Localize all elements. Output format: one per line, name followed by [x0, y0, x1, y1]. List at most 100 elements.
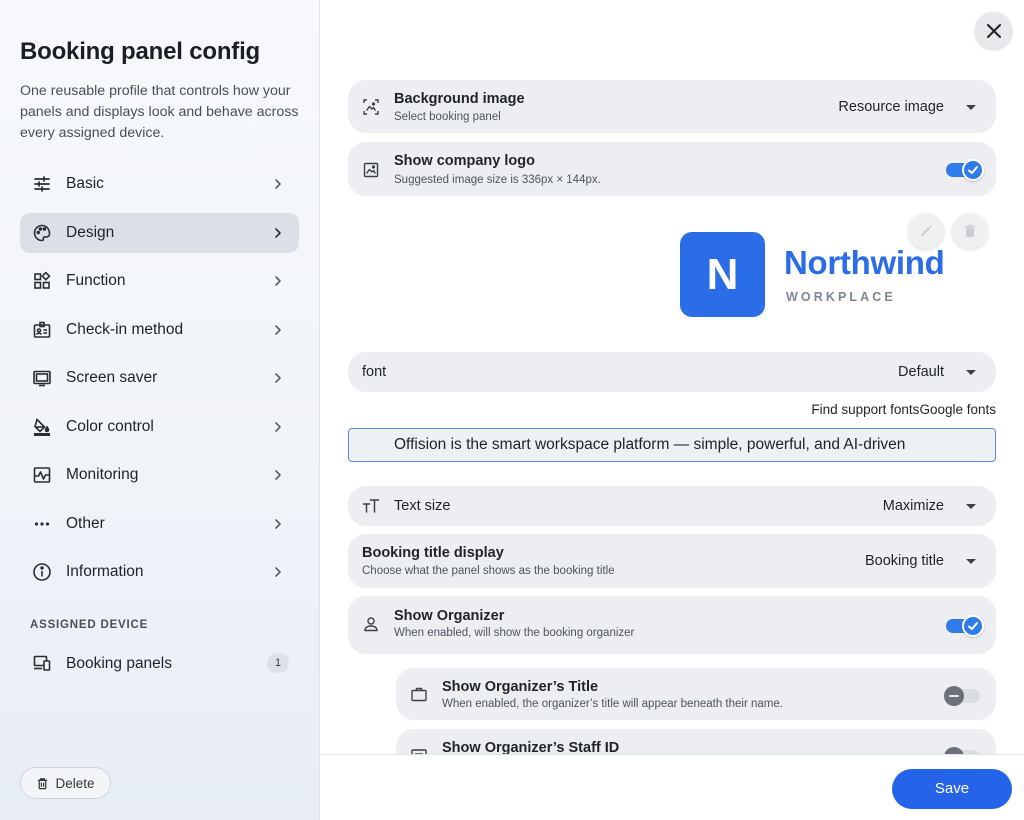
organizer-staff-id-row: Show Organizer’s Staff ID — [396, 729, 996, 754]
edit-logo-button[interactable] — [908, 213, 944, 249]
design-settings-panel: Background image Select booking panel Re… — [348, 0, 996, 754]
sidebar-item-color-control[interactable]: Color control — [20, 407, 299, 447]
company-logo-subtitle: Suggested image size is 336px × 144px. — [394, 174, 601, 186]
font-select[interactable]: Default — [898, 364, 944, 380]
show-organizer-row: Show Organizer When enabled, will show t… — [348, 596, 996, 654]
organizer-title-label: Show Organizer’s Title — [442, 679, 599, 695]
sidebar-item-label: Check-in method — [66, 320, 184, 338]
text-size-title: Text size — [394, 498, 451, 514]
logo-name: Northwind — [784, 244, 945, 281]
page-title: Booking panel config — [20, 38, 260, 65]
font-title: font — [362, 364, 387, 380]
font-preview-input[interactable]: Offision is the smart workspace platform… — [348, 428, 996, 462]
sidebar: Booking panel config One reusable profil… — [0, 0, 320, 820]
sidebar-item-screen-saver[interactable]: Screen saver — [20, 358, 299, 398]
sidebar-item-label: Information — [66, 563, 144, 580]
toggle-knob — [944, 747, 964, 754]
toggle-knob — [962, 159, 984, 181]
check-icon — [968, 622, 978, 630]
font-row[interactable]: font Default — [348, 352, 996, 392]
company-logo-title: Show company logo — [394, 153, 535, 169]
delete-label: Delete — [55, 775, 95, 791]
pencil-icon — [921, 225, 932, 236]
toggle-knob — [962, 615, 984, 637]
logo-tagline: WORKPLACE — [786, 290, 896, 304]
sidebar-item-monitoring[interactable]: Monitoring — [20, 455, 299, 495]
chevron-right-icon — [275, 227, 281, 238]
toggle-knob — [944, 686, 964, 706]
check-icon — [968, 166, 978, 174]
id-badge-icon — [33, 321, 51, 338]
organizer-title-toggle[interactable] — [944, 684, 982, 708]
booking-title-row[interactable]: Booking title display Choose what the pa… — [348, 534, 996, 588]
delete-button[interactable]: Delete — [20, 767, 111, 799]
assigned-device-heading: ASSIGNED DEVICE — [30, 619, 149, 631]
booking-title-select[interactable]: Booking title — [865, 553, 944, 569]
booking-title-label: Booking title display — [362, 545, 504, 561]
sidebar-item-function[interactable]: Function — [20, 261, 299, 301]
screen-icon — [33, 370, 51, 387]
trash-icon — [38, 777, 48, 789]
chevron-right-icon — [275, 518, 281, 529]
background-image-select[interactable]: Resource image — [838, 99, 944, 115]
booking-title-subtitle: Choose what the panel shows as the booki… — [362, 565, 615, 577]
device-count-badge: 1 — [267, 653, 289, 673]
sidebar-item-design[interactable]: Design — [20, 212, 299, 253]
sidebar-item-label: Color control — [66, 417, 154, 435]
briefcase-icon — [411, 687, 427, 702]
caret-down-icon — [966, 370, 976, 375]
footer-bar: Save — [320, 754, 1024, 820]
devices-icon — [33, 655, 51, 671]
caret-down-icon — [966, 504, 976, 509]
chevron-right-icon — [275, 179, 281, 189]
trash-icon — [965, 224, 975, 237]
sidebar-item-booking-panels[interactable]: Booking panels 1 — [20, 643, 299, 683]
company-logo-row: Show company logo Suggested image size i… — [348, 142, 996, 196]
caret-down-icon — [966, 105, 976, 110]
device-label: Booking panels — [66, 655, 172, 672]
text-size-icon — [362, 499, 380, 513]
sidebar-item-label: Function — [66, 272, 126, 289]
image-select-icon — [363, 99, 379, 115]
company-logo-toggle[interactable] — [946, 158, 984, 182]
sliders-icon — [34, 176, 50, 192]
organizer-title-subtitle: When enabled, the organizer’s title will… — [442, 698, 783, 710]
font-links: Find support fontsGoogle fonts — [811, 402, 996, 417]
sidebar-item-label: Monitoring — [66, 466, 139, 483]
background-image-row[interactable]: Background image Select booking panel Re… — [348, 80, 996, 133]
organizer-staff-id-label: Show Organizer’s Staff ID — [442, 740, 620, 754]
palette-icon — [33, 224, 51, 241]
sidebar-item-label: Design — [66, 223, 115, 241]
organizer-title-row: Show Organizer’s Title When enabled, the… — [396, 668, 996, 720]
organizer-staff-id-toggle[interactable] — [944, 745, 982, 754]
person-icon — [364, 617, 378, 632]
logo-mark: N — [680, 232, 765, 317]
save-button[interactable]: Save — [892, 769, 1012, 809]
info-icon — [33, 563, 51, 581]
google-fonts-link[interactable]: Google fonts — [919, 402, 996, 417]
background-image-title: Background image — [394, 91, 525, 107]
sidebar-item-check-in-method[interactable]: Check-in method — [20, 310, 299, 350]
chevron-right-icon — [275, 470, 281, 480]
id-card-icon — [411, 749, 427, 754]
delete-logo-button[interactable] — [952, 213, 988, 249]
sidebar-item-label: Basic — [66, 175, 104, 192]
background-image-subtitle: Select booking panel — [394, 111, 501, 123]
sidebar-item-information[interactable]: Information — [20, 552, 299, 592]
sidebar-item-label: Other — [66, 514, 105, 532]
sidebar-item-other[interactable]: Other — [20, 504, 299, 544]
chevron-right-icon — [275, 276, 281, 286]
image-icon — [363, 162, 379, 178]
sidebar-item-basic[interactable]: Basic — [20, 164, 299, 204]
chevron-right-icon — [275, 567, 281, 577]
caret-down-icon — [966, 559, 976, 564]
more-horiz-icon — [34, 521, 50, 526]
settings-nav: Basic Design Function Check-in method Sc… — [20, 164, 299, 601]
find-support-fonts-link[interactable]: Find support fonts — [811, 402, 919, 417]
chevron-right-icon — [275, 421, 281, 432]
paint-bucket-icon — [34, 417, 50, 436]
text-size-row[interactable]: Text size Maximize — [348, 486, 996, 526]
text-size-select[interactable]: Maximize — [883, 498, 944, 514]
show-organizer-subtitle: When enabled, will show the booking orga… — [394, 627, 635, 639]
show-organizer-toggle[interactable] — [946, 614, 984, 638]
